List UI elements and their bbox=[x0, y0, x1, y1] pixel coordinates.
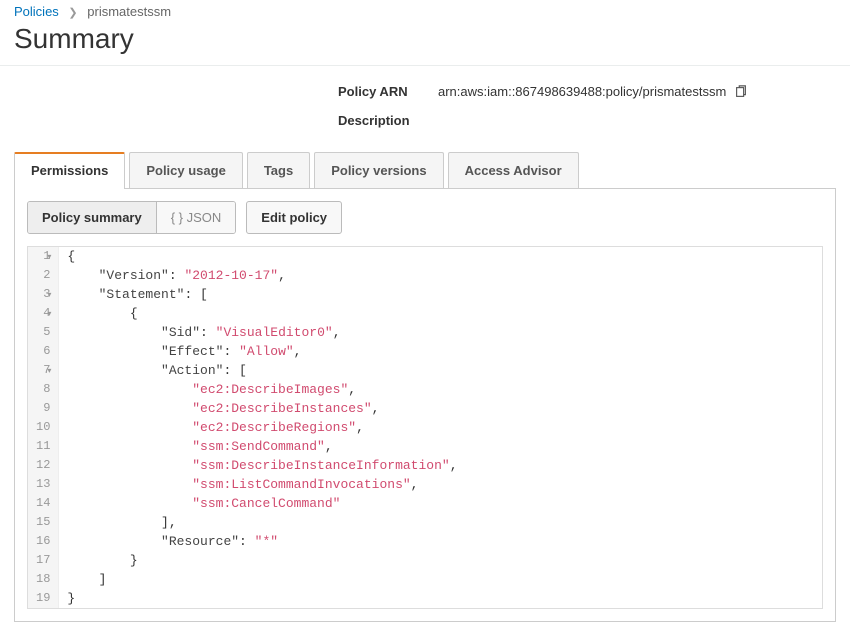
line-number: 2 bbox=[36, 266, 50, 285]
line-number: 9 bbox=[36, 399, 50, 418]
view-toggle-group: Policy summary { } JSON bbox=[27, 201, 236, 234]
edit-policy-button[interactable]: Edit policy bbox=[246, 201, 342, 234]
line-number: 6 bbox=[36, 342, 50, 361]
tab-tags[interactable]: Tags bbox=[247, 152, 310, 188]
gutter: 1 2 3 4 5 6 7 8 9 10 11 12 13 14 15 16 1… bbox=[28, 247, 59, 608]
breadcrumb-current: prismatestssm bbox=[87, 4, 171, 19]
line-number: 7 bbox=[36, 361, 50, 380]
line-number: 13 bbox=[36, 475, 50, 494]
line-number: 17 bbox=[36, 551, 50, 570]
line-number: 19 bbox=[36, 589, 50, 608]
arn-label: Policy ARN bbox=[338, 84, 438, 99]
line-number: 8 bbox=[36, 380, 50, 399]
json-editor[interactable]: 1 2 3 4 5 6 7 8 9 10 11 12 13 14 15 16 1… bbox=[27, 246, 823, 609]
line-number: 18 bbox=[36, 570, 50, 589]
page-title: Summary bbox=[0, 21, 850, 66]
policy-summary-button[interactable]: Policy summary bbox=[28, 202, 157, 233]
json-view-button[interactable]: { } JSON bbox=[157, 202, 236, 233]
line-number: 4 bbox=[36, 304, 50, 323]
policy-meta: Policy ARN arn:aws:iam::867498639488:pol… bbox=[0, 66, 850, 152]
line-number: 12 bbox=[36, 456, 50, 475]
tab-permissions[interactable]: Permissions bbox=[14, 152, 125, 189]
line-number: 16 bbox=[36, 532, 50, 551]
breadcrumb: Policies ❯ prismatestssm bbox=[0, 0, 850, 21]
line-number: 5 bbox=[36, 323, 50, 342]
tab-policy-usage[interactable]: Policy usage bbox=[129, 152, 242, 188]
line-number: 3 bbox=[36, 285, 50, 304]
breadcrumb-separator: ❯ bbox=[68, 7, 77, 19]
line-number: 10 bbox=[36, 418, 50, 437]
tab-policy-versions[interactable]: Policy versions bbox=[314, 152, 443, 188]
line-number: 15 bbox=[36, 513, 50, 532]
tab-bar: Permissions Policy usage Tags Policy ver… bbox=[14, 152, 836, 189]
copy-icon[interactable] bbox=[734, 85, 748, 99]
breadcrumb-root-link[interactable]: Policies bbox=[14, 4, 59, 19]
line-number: 1 bbox=[36, 247, 50, 266]
line-number: 11 bbox=[36, 437, 50, 456]
line-number: 14 bbox=[36, 494, 50, 513]
description-label: Description bbox=[338, 113, 438, 128]
tab-body: Policy summary { } JSON Edit policy 1 2 … bbox=[14, 189, 836, 622]
tab-access-advisor[interactable]: Access Advisor bbox=[448, 152, 579, 188]
code-content[interactable]: { "Version": "2012-10-17", "Statement": … bbox=[59, 247, 822, 608]
arn-value: arn:aws:iam::867498639488:policy/prismat… bbox=[438, 84, 726, 99]
